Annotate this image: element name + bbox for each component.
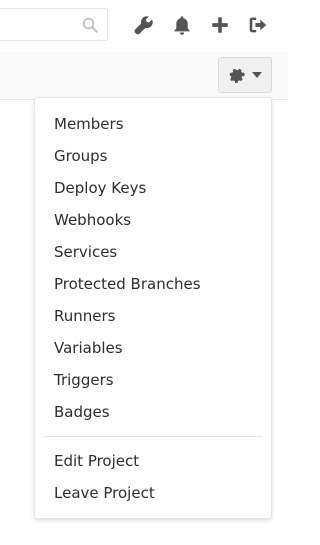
plus-icon[interactable] — [209, 14, 231, 36]
menu-section-project: Edit Project Leave Project — [35, 445, 271, 509]
menu-item-members[interactable]: Members — [35, 108, 271, 140]
bell-icon[interactable] — [171, 14, 193, 36]
wrench-icon[interactable] — [133, 14, 155, 36]
menu-section-settings: Members Groups Deploy Keys Webhooks Serv… — [35, 98, 271, 428]
menu-item-runners[interactable]: Runners — [35, 300, 271, 332]
menu-item-groups[interactable]: Groups — [35, 140, 271, 172]
menu-item-leave-project[interactable]: Leave Project — [35, 477, 271, 509]
menu-item-services[interactable]: Services — [35, 236, 271, 268]
search-icon — [82, 17, 98, 33]
menu-divider — [44, 436, 262, 437]
menu-item-edit-project[interactable]: Edit Project — [35, 445, 271, 477]
search-field[interactable]: n — [0, 8, 108, 41]
gear-icon — [229, 68, 245, 84]
settings-dropdown-menu: Members Groups Deploy Keys Webhooks Serv… — [34, 97, 272, 519]
menu-item-webhooks[interactable]: Webhooks — [35, 204, 271, 236]
top-navbar: n — [0, 0, 288, 52]
menu-item-triggers[interactable]: Triggers — [35, 364, 271, 396]
chevron-down-icon — [252, 72, 262, 78]
menu-item-protected-branches[interactable]: Protected Branches — [35, 268, 271, 300]
project-settings-button[interactable] — [218, 57, 272, 93]
menu-item-badges[interactable]: Badges — [35, 396, 271, 428]
menu-item-deploy-keys[interactable]: Deploy Keys — [35, 172, 271, 204]
menu-item-variables[interactable]: Variables — [35, 332, 271, 364]
sign-out-icon[interactable] — [247, 14, 269, 36]
